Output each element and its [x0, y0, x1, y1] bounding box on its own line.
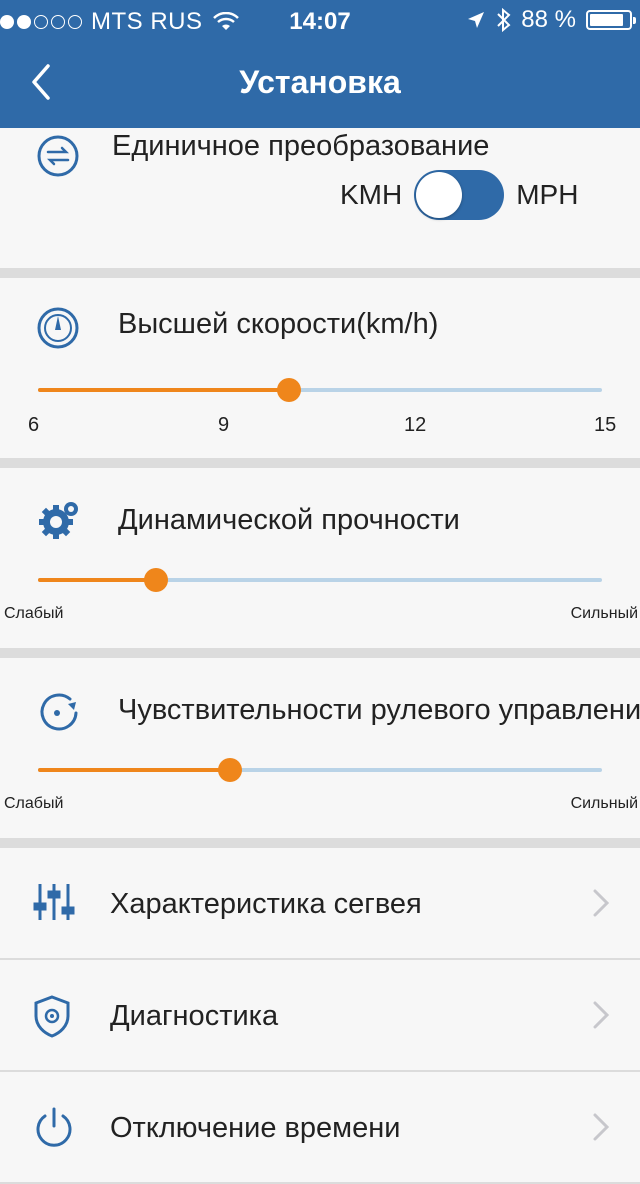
top-speed-title: Высшей скорости(km/h): [118, 308, 439, 340]
section-divider: [0, 268, 640, 278]
battery-icon: [586, 10, 636, 30]
menu-item-label: Диагностика: [110, 1000, 279, 1032]
slider-thumb[interactable]: [218, 758, 242, 782]
tick-label: 6: [28, 414, 40, 436]
unit-conversion-title: Единичное преобразование: [112, 130, 490, 162]
unit-convert-icon: [37, 135, 79, 177]
min-label: Слабый: [4, 605, 64, 622]
mph-label: MPH: [516, 179, 579, 210]
tick-label: 9: [218, 414, 230, 436]
tick-label: 15: [594, 414, 617, 436]
dynamic-strength-title: Динамической прочности: [118, 504, 460, 536]
steering-sensitivity-slider[interactable]: [38, 758, 602, 782]
chevron-right-icon: [593, 889, 610, 917]
tick-label: 12: [404, 414, 427, 436]
page-title: Установка: [239, 64, 401, 100]
max-label: Сильный: [570, 795, 638, 812]
steering-sensitivity-title: Чувствительности рулевого управления: [118, 694, 640, 726]
rotate-icon: [40, 693, 78, 731]
slider-thumb[interactable]: [144, 568, 168, 592]
gears-icon: [39, 502, 78, 539]
power-icon: [36, 1107, 72, 1147]
shield-gear-icon: [34, 995, 70, 1038]
location-arrow-icon: [468, 12, 485, 28]
steering-sensitivity-section: Чувствительности рулевого управления Сла…: [0, 658, 640, 838]
kmh-label: KMH: [340, 179, 403, 210]
dynamic-strength-section: Динамической прочности Слабый Сильный: [0, 468, 640, 648]
min-label: Слабый: [4, 795, 64, 812]
section-divider: [0, 648, 640, 658]
menu-item-label: Характеристика сегвея: [110, 888, 422, 920]
battery-percentage: 88 %: [521, 6, 576, 33]
slider-thumb[interactable]: [277, 378, 301, 402]
speedometer-icon: [37, 307, 79, 349]
unit-toggle-switch[interactable]: [414, 170, 505, 220]
menu-item-diagnostics[interactable]: Диагностика: [0, 960, 640, 1072]
menu-item-shutdown-time[interactable]: Отключение времени: [0, 1072, 640, 1184]
chevron-right-icon: [593, 1113, 610, 1141]
unit-toggle-row: KMH MPH: [340, 170, 578, 220]
section-divider: [0, 838, 640, 848]
status-bar: MTS RUS 14:07 88 %: [0, 0, 640, 40]
app-header: MTS RUS 14:07 88 % Установка: [0, 0, 640, 128]
section-divider: [0, 458, 640, 468]
menu-item-label: Отключение времени: [110, 1112, 401, 1144]
menu-item-segway-characteristics[interactable]: Характеристика сегвея: [0, 848, 640, 960]
chevron-right-icon: [593, 1001, 610, 1029]
bluetooth-icon: [497, 8, 511, 32]
sliders-icon: [33, 884, 75, 920]
top-speed-slider[interactable]: [38, 378, 602, 402]
dynamic-strength-slider[interactable]: [38, 568, 602, 592]
top-speed-section: Высшей скорости(km/h) 6 9 12 15: [0, 278, 640, 458]
max-label: Сильный: [570, 605, 638, 622]
